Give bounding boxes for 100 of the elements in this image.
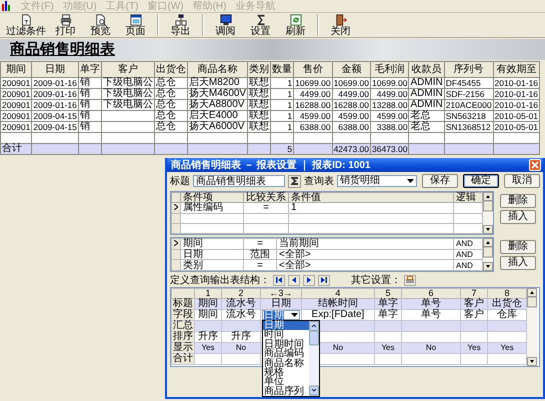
table-cell: 200901	[0, 88, 32, 100]
grid-cell[interactable]: <全部>	[276, 249, 454, 260]
column-header[interactable]: 商品名称	[187, 62, 248, 78]
app-logo-icon	[2, 1, 12, 11]
table-cell: 下级电脑公	[101, 88, 154, 100]
table-cell: 扬天A6000V	[187, 122, 248, 132]
grid-cell[interactable]: 期间	[180, 238, 244, 250]
column-number[interactable]: 2	[222, 288, 260, 298]
toolbar-button[interactable]: 设置	[243, 14, 278, 36]
table-cell	[101, 110, 154, 122]
grid-cell[interactable]: 日期	[180, 249, 244, 260]
dropdown-option[interactable]: 商品名称	[262, 358, 309, 368]
column-number[interactable]: 4	[301, 288, 374, 298]
grid-button[interactable]: 删除	[500, 194, 536, 208]
column-header: 比较关系	[244, 192, 288, 203]
first-button[interactable]	[273, 274, 285, 286]
dropdown-option[interactable]: 商品编码	[262, 349, 309, 359]
column-header[interactable]: 客户	[101, 62, 154, 78]
column-header[interactable]: 毛利润	[370, 62, 409, 78]
row-label: 显示	[172, 342, 194, 354]
grid-cell[interactable]: <全部>	[276, 260, 454, 270]
next-button[interactable]	[303, 274, 315, 286]
toolbar-button[interactable]: 导出	[163, 14, 198, 36]
dialog-button[interactable]: 保存	[422, 174, 458, 188]
table-cell: 210ACE000	[444, 100, 494, 110]
other-settings-button[interactable]	[404, 274, 416, 286]
toolbar-button[interactable]: 过滤条件	[4, 14, 48, 36]
grid-cell[interactable]: No	[332, 343, 344, 352]
grid-cell[interactable]: =	[244, 238, 276, 250]
export-icon	[174, 14, 186, 26]
toolbar-button[interactable]: 页面	[118, 14, 153, 36]
grid-button[interactable]: 插入	[500, 256, 536, 270]
column-header[interactable]: 单字	[78, 62, 102, 78]
grid-cell[interactable]: 属性编码	[180, 202, 244, 213]
toolbar-button[interactable]: 关闭	[323, 14, 358, 36]
sigma-icon	[254, 14, 266, 26]
column-number[interactable]: 7	[460, 288, 488, 298]
scrollbar[interactable]	[483, 192, 493, 234]
scrollbar[interactable]	[527, 288, 537, 366]
column-number[interactable]: 8	[488, 288, 526, 298]
column-header: 逻辑	[454, 192, 482, 203]
dropdown-option[interactable]: 日期时间	[262, 340, 309, 350]
caret-icon	[290, 313, 298, 317]
column-header[interactable]: 出货仓	[154, 62, 188, 78]
table-cell: 16288.00	[332, 100, 371, 110]
column-header[interactable]: 序列号	[444, 62, 494, 78]
grid-cell[interactable]: AND	[454, 238, 482, 250]
toolbar-button[interactable]: 预览	[83, 14, 118, 36]
column-header[interactable]: 收款员	[408, 62, 444, 78]
table-cell: 下级电脑公	[101, 78, 154, 88]
toolbar-button[interactable]: 调阅	[208, 14, 243, 36]
grid-button[interactable]: 插入	[500, 210, 536, 224]
prev-button[interactable]	[288, 274, 300, 286]
column-number[interactable]: 5	[374, 288, 402, 298]
grid-cell[interactable]: =	[244, 260, 276, 270]
table-cell: 4499.00	[332, 88, 371, 100]
close-button[interactable]	[529, 159, 541, 171]
toolbar-button[interactable]: 刷新	[278, 14, 313, 36]
table-cell: ADMIN	[408, 88, 444, 100]
dialog-button[interactable]: 确定	[463, 174, 499, 188]
table-cell: 16288.00	[294, 100, 332, 110]
setting-button[interactable]	[288, 174, 301, 188]
column-header[interactable]: 有效期至	[493, 62, 540, 78]
query-table-dropdown[interactable]: 销货明细	[337, 175, 417, 187]
dropdown-option[interactable]: 单位	[262, 377, 309, 387]
table-cell: 联想	[248, 100, 271, 110]
table-cell: 2010-01-16	[493, 88, 540, 100]
column-header[interactable]: 日期	[32, 62, 78, 78]
funnel-document-icon	[20, 14, 32, 26]
grid-cell[interactable]: 当前期间	[276, 238, 454, 250]
column-header[interactable]: 金额	[332, 62, 371, 78]
scrollbar[interactable]	[483, 238, 493, 271]
table-cell: 总仓	[154, 122, 188, 132]
column-number[interactable]: ←3→	[260, 288, 302, 298]
grid-cell[interactable]: 1	[288, 202, 454, 213]
last-button[interactable]	[318, 274, 330, 286]
grid-cell[interactable]: =	[244, 202, 288, 213]
dialog-title: 商品销售明细表 － 报表设置 ｜ 报表ID: 1001	[171, 158, 370, 172]
table-cell: 4599.00	[332, 110, 371, 122]
grid-cell[interactable]: No	[426, 343, 436, 352]
row-label: 排序	[172, 332, 194, 342]
scrollbar[interactable]	[308, 321, 319, 396]
field-dropdown[interactable]: 日期	[262, 310, 300, 320]
column-header[interactable]: 期间	[0, 62, 32, 78]
column-header[interactable]: 类别	[248, 62, 271, 78]
dropdown-option[interactable]: 规格	[262, 368, 309, 378]
grid-button[interactable]: 删除	[500, 240, 536, 254]
toolbar-button[interactable]: 打印	[48, 14, 83, 36]
dropdown-option[interactable]: 时间	[262, 330, 309, 340]
column-header[interactable]: 售价	[294, 62, 332, 78]
grid-cell[interactable]: 类别	[180, 260, 244, 270]
column-number[interactable]: 1	[194, 288, 222, 298]
grid-cell[interactable]: 范围	[244, 249, 276, 260]
caret-icon	[407, 179, 414, 183]
column-number[interactable]: 6	[402, 288, 461, 298]
dropdown-option[interactable]: 商品序列	[262, 386, 309, 396]
column-header[interactable]: 数量	[270, 62, 294, 78]
dialog-button[interactable]: 取消	[504, 174, 540, 188]
table-cell: 1	[270, 122, 294, 132]
dropdown-option[interactable]: 日期	[262, 321, 309, 330]
